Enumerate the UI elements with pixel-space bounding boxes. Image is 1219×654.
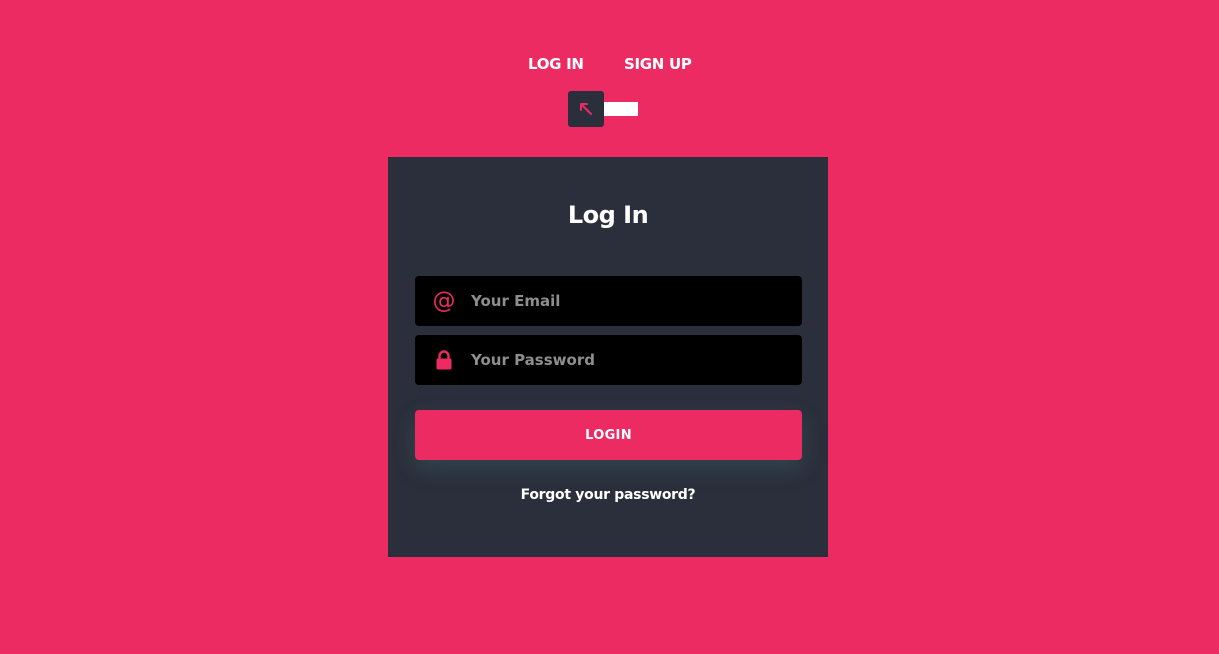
toggle-knob[interactable] [568,91,604,127]
lock-icon [432,348,456,372]
email-input[interactable] [471,276,791,326]
login-card: Log In @ LOGIN Forgot your password? [388,157,828,557]
toggle-track [602,102,638,116]
password-input[interactable] [471,335,791,385]
tab-login[interactable]: LOG IN [528,55,584,73]
forgot-password-link[interactable]: Forgot your password? [388,487,828,503]
card-title: Log In [567,201,649,229]
arrow-up-left-icon [580,103,592,115]
page: LOG IN SIGN UP Log In @ LOGIN Forg [0,0,1219,654]
tab-signup[interactable]: SIGN UP [624,55,692,73]
email-field: @ [415,276,802,326]
password-field [415,335,802,385]
at-sign-icon: @ [432,288,456,314]
login-signup-toggle[interactable] [568,91,638,127]
auth-tabs: LOG IN SIGN UP [0,55,1219,77]
login-button[interactable]: LOGIN [415,410,802,460]
